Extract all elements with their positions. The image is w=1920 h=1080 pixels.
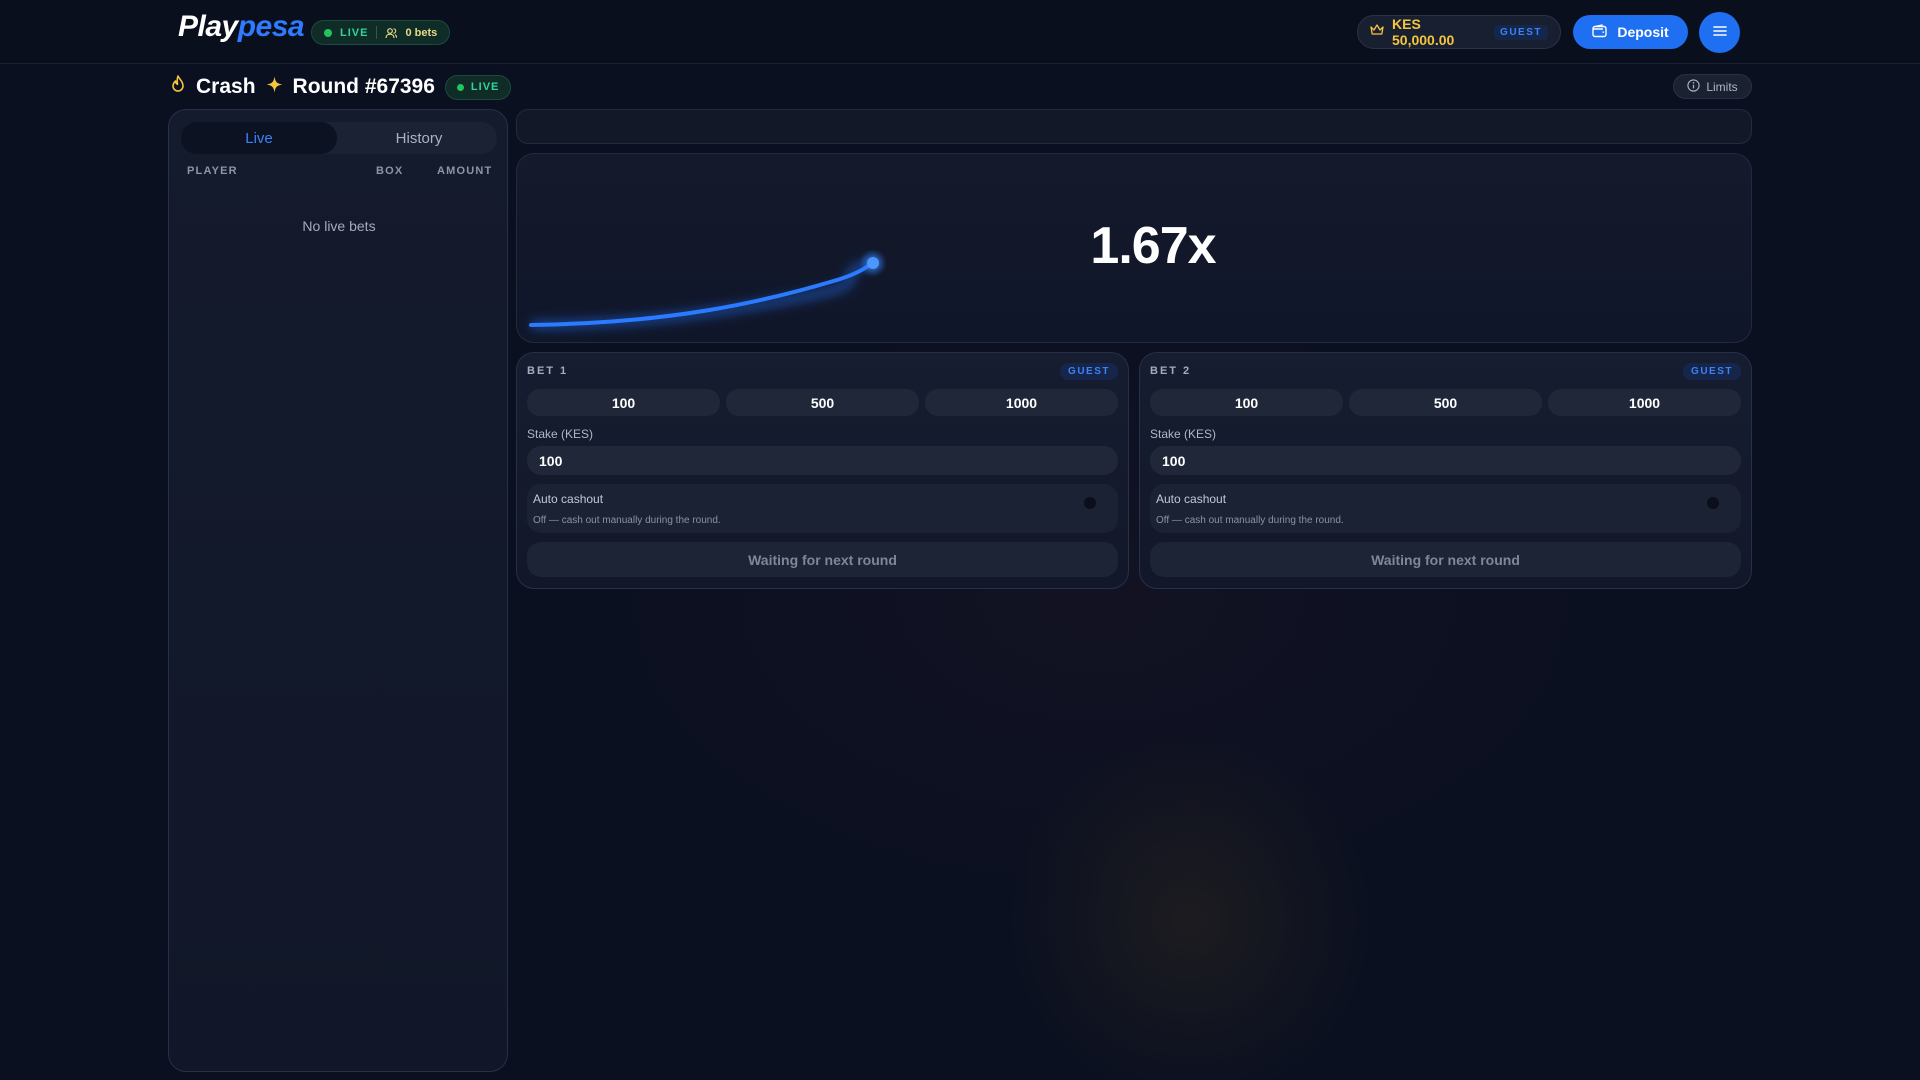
- logo-play: Play: [178, 10, 238, 43]
- tab-live[interactable]: Live: [181, 122, 337, 154]
- auto-cashout-row: Auto cashout Off — cash out manually dur…: [1150, 484, 1741, 533]
- place-bet-button[interactable]: Waiting for next round: [1150, 542, 1741, 577]
- auto-cashout-toggle[interactable]: [1084, 497, 1096, 509]
- auto-cashout-title: Auto cashout: [533, 492, 604, 506]
- users-icon: [385, 27, 398, 39]
- game-title-row: Crash Round #67396 LIVE: [170, 72, 512, 102]
- tab-history[interactable]: History: [341, 122, 497, 154]
- stake-input[interactable]: [1150, 446, 1741, 475]
- column-header-player: PLAYER: [187, 165, 238, 177]
- bet-panel-2: BET 2 GUEST 100 500 1000 Stake (KES) Aut…: [1139, 352, 1752, 589]
- quick-stake-100-button[interactable]: 100: [1150, 389, 1343, 416]
- bets-count: 0 bets: [405, 26, 438, 39]
- balance-amount: KES 50,000.00: [1392, 16, 1455, 48]
- auto-cashout-description: Off — cash out manually during the round…: [1156, 515, 1344, 526]
- guest-badge: GUEST: [1060, 363, 1118, 380]
- bets-tabs: Live History: [181, 122, 497, 154]
- logo[interactable]: Play pesa: [178, 10, 305, 50]
- quick-stake-1000-button[interactable]: 1000: [925, 389, 1118, 416]
- auto-cashout-toggle[interactable]: [1707, 497, 1719, 509]
- live-dot-icon: [324, 28, 332, 37]
- quick-stake-1000-button[interactable]: 1000: [1548, 389, 1741, 416]
- limits-label: Limits: [1706, 79, 1738, 94]
- bet-panel-1: BET 1 GUEST 100 500 1000 Stake (KES) Aut…: [516, 352, 1129, 589]
- balance-pill[interactable]: KES 50,000.00 GUEST: [1357, 15, 1561, 49]
- current-multiplier: 1.67x: [1090, 217, 1216, 275]
- column-header-box: BOX: [376, 165, 404, 177]
- round-live-badge: LIVE: [444, 74, 512, 100]
- auto-cashout-description: Off — cash out manually during the round…: [533, 515, 721, 526]
- quick-stake-500-button[interactable]: 500: [726, 389, 919, 416]
- place-bet-button[interactable]: Waiting for next round: [527, 542, 1118, 577]
- menu-button[interactable]: [1699, 12, 1740, 53]
- auto-cashout-row: Auto cashout Off — cash out manually dur…: [527, 484, 1118, 533]
- game-name: Crash: [196, 75, 256, 98]
- live-status-pill: LIVE 0 bets: [311, 20, 451, 45]
- stake-label: Stake (KES): [527, 427, 594, 441]
- quick-stake-100-button[interactable]: 100: [527, 389, 720, 416]
- round-live-label: LIVE: [470, 81, 500, 93]
- recent-multipliers-strip: [516, 109, 1752, 144]
- limits-button[interactable]: Limits: [1673, 74, 1752, 99]
- bet-title: BET 1: [527, 365, 569, 377]
- column-header-amount: AMOUNT: [437, 165, 493, 177]
- guest-badge: GUEST: [1494, 24, 1548, 40]
- stake-input[interactable]: [527, 446, 1118, 475]
- divider: [376, 26, 378, 39]
- live-dot-icon: [456, 83, 464, 91]
- live-label: LIVE: [340, 26, 369, 39]
- info-icon: [1687, 78, 1700, 95]
- logo-pesa: pesa: [237, 10, 305, 43]
- round-number: Round #67396: [292, 75, 435, 98]
- quick-stake-500-button[interactable]: 500: [1349, 389, 1542, 416]
- empty-state-text: No live bets: [302, 218, 376, 234]
- deposit-label: Deposit: [1617, 24, 1669, 40]
- guest-badge: GUEST: [1683, 363, 1741, 380]
- wallet-icon: [1592, 23, 1608, 41]
- fire-icon: [170, 74, 186, 100]
- menu-icon: [1712, 24, 1727, 42]
- crash-graph: 1.67x: [516, 153, 1752, 343]
- stake-label: Stake (KES): [1150, 427, 1217, 441]
- crown-icon: [1370, 23, 1384, 41]
- bet-title: BET 2: [1150, 365, 1192, 377]
- live-bets-panel: Live History PLAYER BOX AMOUNT No live b…: [168, 109, 508, 1072]
- deposit-button[interactable]: Deposit: [1573, 15, 1688, 49]
- auto-cashout-title: Auto cashout: [1156, 492, 1227, 506]
- top-bar: Play pesa LIVE 0 bets KES 50,000.00 GUEST…: [0, 0, 1920, 64]
- sparkle-icon: [266, 76, 283, 98]
